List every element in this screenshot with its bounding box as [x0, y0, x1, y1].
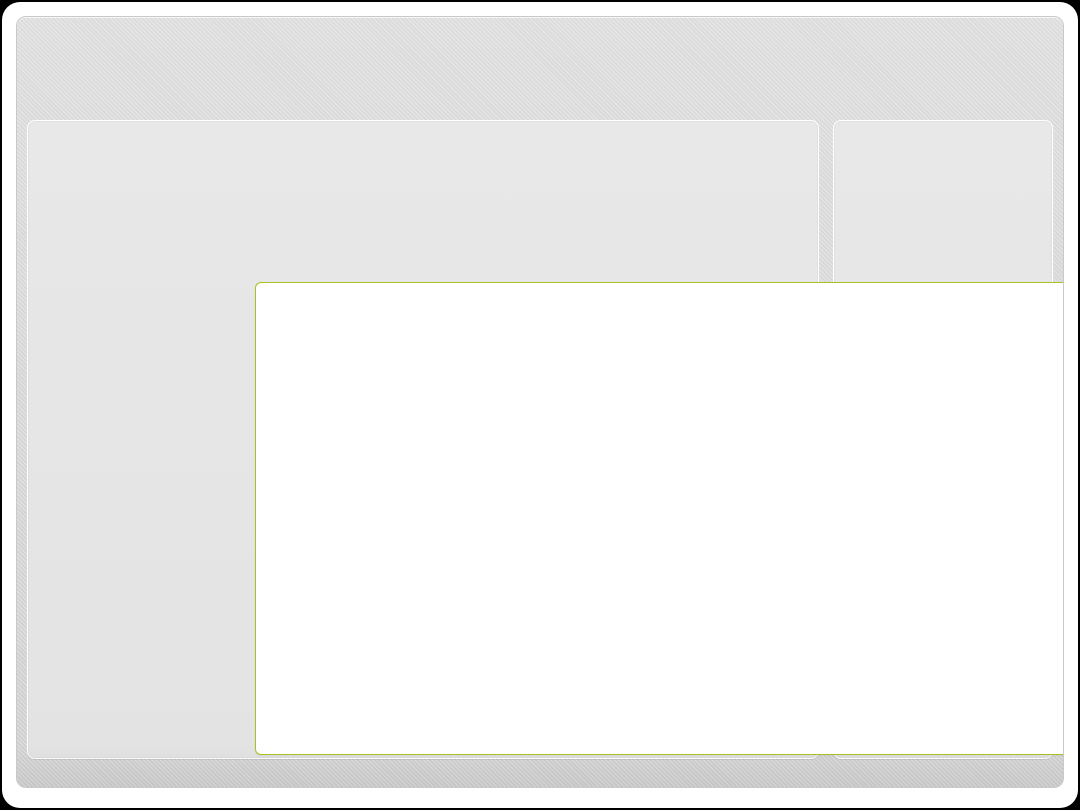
highlight-overlay	[255, 282, 1064, 755]
window-header	[17, 17, 1063, 111]
stage	[0, 0, 1080, 810]
outer-card	[2, 2, 1078, 808]
app-window	[16, 16, 1064, 788]
